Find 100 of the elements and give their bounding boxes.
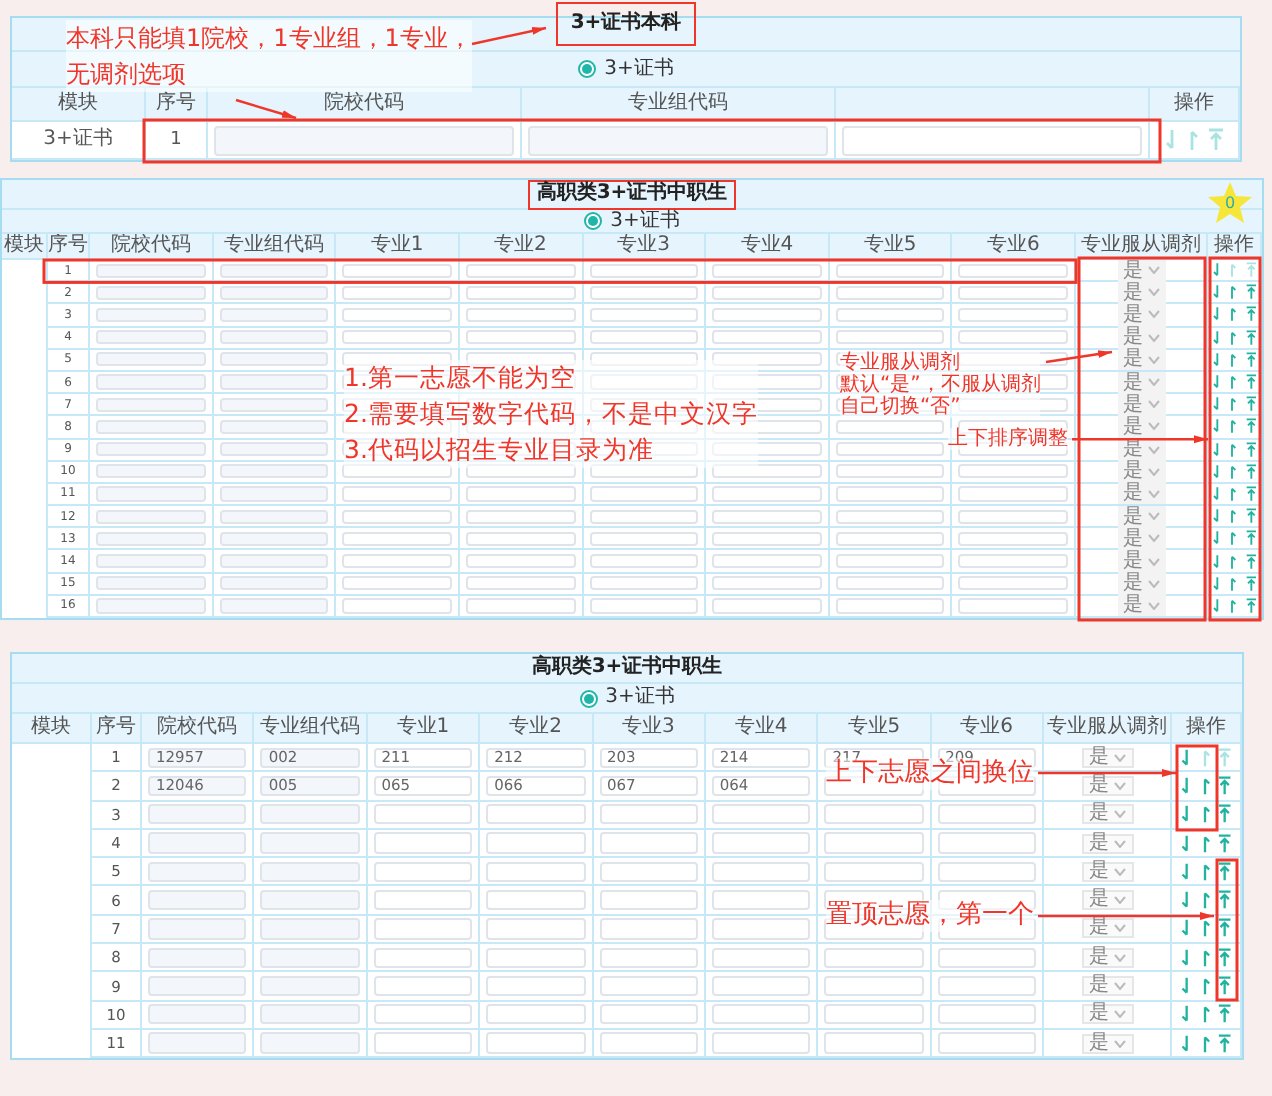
code-field[interactable] — [373, 975, 473, 997]
code-field[interactable] — [96, 285, 206, 300]
code-field[interactable] — [937, 947, 1036, 968]
code-field[interactable] — [712, 330, 822, 345]
code-field[interactable] — [260, 804, 360, 825]
arrow-to-top-icon[interactable] — [1218, 890, 1232, 911]
code-field[interactable] — [219, 576, 329, 591]
up-arrow-icon[interactable] — [1228, 284, 1240, 301]
code-field[interactable] — [958, 598, 1068, 613]
code-field[interactable] — [824, 1004, 924, 1025]
code-field[interactable] — [937, 1032, 1036, 1054]
up-arrow-icon[interactable] — [1228, 441, 1240, 458]
code-field[interactable] — [589, 553, 699, 569]
code-field[interactable] — [486, 947, 585, 968]
code-field[interactable] — [835, 285, 945, 300]
code-field[interactable] — [486, 804, 585, 825]
code-field[interactable] — [958, 263, 1068, 278]
up-arrow-icon[interactable] — [1228, 530, 1240, 547]
up-arrow-icon[interactable] — [1228, 374, 1240, 391]
adjust-select[interactable]: 是 — [1117, 505, 1165, 528]
code-field[interactable] — [824, 1032, 924, 1054]
code-field[interactable] — [373, 1032, 473, 1054]
code-field[interactable] — [148, 832, 247, 854]
code-field[interactable] — [148, 975, 247, 997]
code-field[interactable] — [465, 307, 575, 323]
up-arrow-icon[interactable] — [1199, 833, 1213, 854]
code-field[interactable] — [712, 598, 822, 613]
code-field[interactable] — [842, 125, 1142, 155]
code-field[interactable] — [465, 486, 575, 502]
up-arrow-icon[interactable] — [1228, 597, 1240, 614]
arrow-to-top-icon[interactable] — [1245, 418, 1256, 435]
code-field[interactable] — [373, 1004, 473, 1025]
adjust-select[interactable]: 是 — [1081, 1004, 1133, 1025]
code-field[interactable] — [958, 464, 1068, 479]
code-field[interactable] — [711, 947, 811, 968]
arrow-to-top-icon[interactable] — [1245, 262, 1256, 279]
code-field[interactable] — [712, 553, 822, 569]
down-arrow-icon[interactable] — [1180, 775, 1194, 796]
code-field[interactable] — [599, 1004, 698, 1025]
code-field[interactable] — [711, 1004, 811, 1025]
code-field[interactable] — [835, 263, 945, 278]
code-field[interactable] — [835, 374, 945, 390]
up-arrow-icon[interactable] — [1199, 890, 1213, 911]
arrow-to-top-icon[interactable] — [1245, 396, 1256, 413]
code-field[interactable] — [260, 947, 360, 968]
down-arrow-icon[interactable] — [1180, 804, 1194, 825]
code-field[interactable] — [958, 576, 1068, 591]
adjust-select[interactable]: 是 — [1081, 947, 1133, 968]
radio-label[interactable]: 3+证书 — [610, 211, 680, 231]
code-field[interactable] — [219, 464, 329, 479]
down-arrow-icon[interactable] — [1180, 976, 1194, 997]
code-field[interactable] — [373, 889, 473, 911]
code-field[interactable] — [589, 486, 699, 502]
code-field[interactable] — [148, 889, 247, 911]
code-field[interactable] — [486, 889, 585, 911]
code-field[interactable] — [219, 509, 329, 524]
arrow-to-top-icon[interactable] — [1245, 597, 1256, 614]
code-field[interactable] — [824, 947, 924, 968]
code-field[interactable] — [342, 330, 452, 345]
down-arrow-icon[interactable] — [1212, 374, 1223, 391]
up-arrow-icon[interactable] — [1228, 329, 1240, 346]
code-field[interactable] — [148, 861, 247, 882]
code-field[interactable] — [96, 419, 206, 434]
down-arrow-icon[interactable] — [1180, 890, 1194, 911]
code-field[interactable] — [96, 374, 206, 390]
code-field[interactable] — [260, 918, 360, 940]
code-field[interactable] — [711, 832, 811, 854]
down-arrow-icon[interactable] — [1212, 306, 1223, 323]
code-field[interactable] — [219, 330, 329, 345]
arrow-to-top-icon[interactable] — [1245, 351, 1256, 368]
code-field[interactable] — [219, 486, 329, 502]
adjust-select[interactable]: 是 — [1117, 393, 1165, 416]
adjust-select[interactable]: 是 — [1081, 833, 1133, 854]
code-field[interactable] — [342, 509, 452, 524]
code-field[interactable] — [711, 918, 811, 940]
code-field[interactable] — [599, 918, 698, 940]
code-field[interactable] — [589, 509, 699, 524]
code-field[interactable] — [958, 374, 1068, 390]
code-field[interactable] — [712, 307, 822, 323]
down-arrow-icon[interactable] — [1212, 508, 1223, 525]
code-field[interactable] — [96, 263, 206, 278]
code-field[interactable] — [219, 419, 329, 434]
code-field[interactable] — [599, 975, 698, 997]
code-field[interactable] — [486, 861, 585, 882]
code-field[interactable] — [958, 486, 1068, 502]
arrow-to-top-icon[interactable] — [1218, 747, 1232, 768]
code-field[interactable] — [835, 576, 945, 591]
code-field[interactable] — [465, 598, 575, 613]
adjust-select[interactable]: 是 — [1117, 482, 1165, 505]
arrow-to-top-icon[interactable] — [1245, 463, 1256, 480]
up-arrow-icon[interactable] — [1228, 463, 1240, 480]
code-field[interactable] — [465, 285, 575, 300]
arrow-to-top-icon[interactable] — [1218, 1004, 1232, 1025]
down-arrow-icon[interactable] — [1212, 441, 1223, 458]
code-field[interactable] — [711, 975, 811, 997]
up-arrow-icon[interactable] — [1199, 918, 1213, 939]
adjust-select[interactable]: 是 — [1117, 594, 1165, 617]
code-field[interactable] — [824, 804, 924, 825]
code-field[interactable] — [712, 352, 822, 367]
code-field[interactable] — [219, 307, 329, 323]
